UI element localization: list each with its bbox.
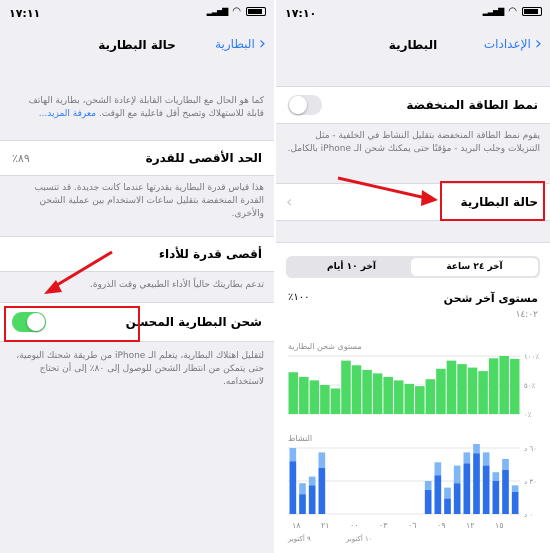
battery-screen: ١٧:١٠ ▂▃▅▇ ◠ البطارية الإعدادات › نمط ال…	[276, 0, 550, 553]
annotation-arrow	[337, 176, 438, 206]
battery-health-screen: ١٧:١١ ▂▃▅▇ ◠ حالة البطارية البطارية › كم…	[0, 0, 274, 553]
annotation-arrow	[44, 250, 113, 294]
